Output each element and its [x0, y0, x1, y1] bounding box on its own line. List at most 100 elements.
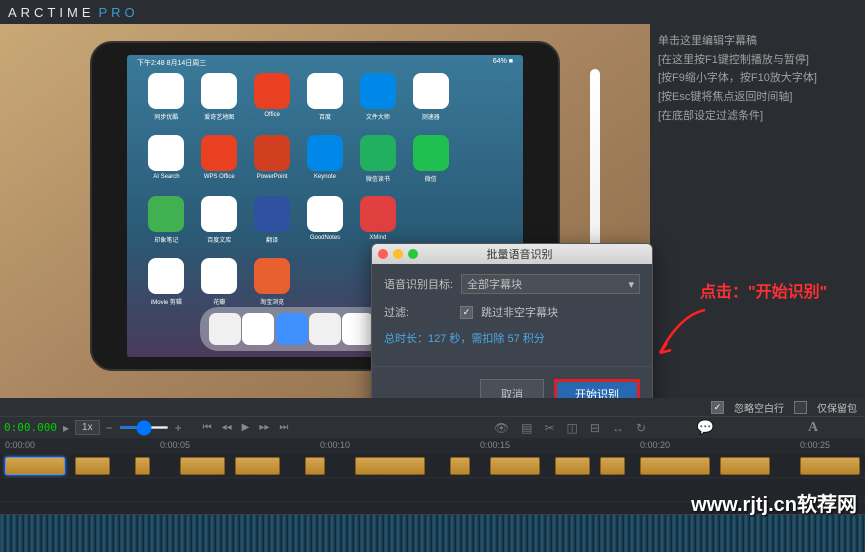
apple-pencil [590, 69, 600, 259]
keep-package-label: 仅保留包 [817, 400, 857, 415]
audio-waveform-track[interactable] [0, 514, 865, 552]
skip-empty-checkbox[interactable]: ✓ [460, 306, 473, 319]
ipad-app: 文件大师 [353, 73, 402, 129]
subtitle-clip[interactable] [355, 457, 425, 475]
ruler-mark: 0:00:20 [640, 440, 670, 450]
ignore-blank-checkbox[interactable]: ✓ [711, 401, 724, 414]
zoom-slider[interactable] [119, 426, 169, 429]
ruler-mark: 0:00:00 [5, 440, 35, 450]
tool-icon[interactable]: ◫ [567, 421, 578, 435]
subtitle-clip[interactable] [600, 457, 625, 475]
ipad-app: 百度 [301, 73, 350, 129]
ruler-mark: 0:00:05 [160, 440, 190, 450]
ipad-app: 同步优酷 [142, 73, 191, 129]
ruler-mark: 0:00:10 [320, 440, 350, 450]
skip-empty-label: 跳过非空字幕块 [481, 304, 558, 320]
logo-text-a: ARCTIME [8, 5, 95, 20]
subtitle-clip[interactable] [135, 457, 150, 475]
timeline-ruler[interactable]: 0:00:00 0:00:05 0:00:10 0:00:15 0:00:20 … [0, 438, 865, 454]
timeline-toolbar: 0:00.000 ▸ 1x − + ⏮ ◂◂ ▶ ▸▸ ⏭ 👁 ▤ ✂ ◫ ⊟ … [0, 416, 650, 438]
ipad-app: 印象笔记 [142, 196, 191, 252]
eye-icon[interactable]: 👁 [494, 421, 509, 435]
ipad-app: Office [248, 73, 297, 129]
ipad-app: AI Search [142, 135, 191, 191]
subtitle-clip[interactable] [5, 457, 65, 475]
step-fwd-icon[interactable]: ▸▸ [259, 422, 269, 433]
hint-line: [按Esc键将焦点返回时间轴] [658, 88, 857, 107]
ipad-app [459, 135, 508, 191]
cut-icon[interactable]: ⊟ [590, 421, 600, 435]
dock-app [276, 313, 308, 345]
comment-tab-icon[interactable]: 💬 [697, 419, 714, 436]
batch-speech-dialog: 批量语音识别 语音识别目标: 全部字幕块 ▾ 过滤: ✓ 跳过非空字幕块 总时长… [371, 243, 653, 422]
close-icon[interactable] [378, 249, 388, 259]
select-value: 全部字幕块 [467, 276, 522, 292]
subtitle-clip[interactable] [180, 457, 225, 475]
ipad-app: 翻译 [248, 196, 297, 252]
annotation-arrow-icon [655, 305, 710, 360]
subtitle-clip[interactable] [555, 457, 590, 475]
filter-icon[interactable]: ▤ [521, 421, 532, 435]
ipad-app: 花瓣 [195, 258, 244, 314]
hint-line: 单击这里编辑字幕稿 [658, 32, 857, 51]
font-tab-icon[interactable]: A [808, 420, 818, 436]
hint-line: [按F9缩小字体，按F10放大字体] [658, 69, 857, 88]
skip-back-icon[interactable]: ⏮ [203, 422, 212, 433]
zoom-out-icon[interactable]: − [106, 421, 113, 435]
ipad-app: 微信 [406, 135, 455, 191]
subtitle-clip[interactable] [720, 457, 770, 475]
refresh-icon[interactable]: ↻ [636, 421, 646, 435]
annotation-text: 点击："开始识别" [700, 278, 827, 302]
target-label: 语音识别目标: [384, 276, 453, 292]
ipad-app: 微信读书 [353, 135, 402, 191]
ipad-status-right: 64% ■ [493, 58, 513, 65]
subtitle-clip[interactable] [235, 457, 280, 475]
dialog-titlebar[interactable]: 批量语音识别 [372, 244, 652, 264]
crop-icon[interactable]: ✂ [544, 421, 554, 435]
dock-app [309, 313, 341, 345]
subtitle-clip[interactable] [75, 457, 110, 475]
chevron-down-icon: ▾ [628, 278, 634, 291]
ipad-app: PowerPoint [248, 135, 297, 191]
ipad-app: iMovie 剪辑 [142, 258, 191, 314]
dock-app [209, 313, 241, 345]
ipad-app: 淘宝浏览 [248, 258, 297, 314]
subtitle-clip[interactable] [800, 457, 860, 475]
skip-fwd-icon[interactable]: ⏭ [279, 422, 288, 433]
ipad-status-left: 下午2:48 8月14日周三 [137, 58, 206, 68]
dock-app [342, 313, 374, 345]
link-icon[interactable]: ↔ [612, 421, 624, 435]
subtitle-clip[interactable] [490, 457, 540, 475]
ipad-app: 百度文库 [195, 196, 244, 252]
ignore-blank-label: 忽略空白行 [734, 400, 784, 415]
bottom-options-bar: ✓ 忽略空白行 仅保留包 [0, 398, 865, 416]
dock-app [242, 313, 274, 345]
timecode-display: 0:00.000 [4, 421, 57, 434]
zoom-in-icon[interactable]: + [175, 421, 182, 435]
ipad-app: WPS Office [195, 135, 244, 191]
subtitle-clip[interactable] [305, 457, 325, 475]
ipad-app: Keynote [301, 135, 350, 191]
duration-info: 总时长：127 秒，需扣除 57 积分 [384, 330, 545, 346]
target-select[interactable]: 全部字幕块 ▾ [461, 274, 640, 294]
ipad-app: 爱奇艺地图 [195, 73, 244, 129]
subtitle-clip[interactable] [640, 457, 710, 475]
keep-package-checkbox[interactable] [794, 401, 807, 414]
logo-text-b: PRO [99, 5, 139, 20]
zoom-select[interactable]: 1x [75, 420, 100, 435]
title-bar: ARCTIME PRO [0, 0, 865, 24]
side-tabs: 💬 A [650, 416, 865, 438]
watermark: www.rjtj.cn软荐网 [691, 488, 857, 517]
ipad-app [459, 73, 508, 129]
subtitle-track[interactable] [0, 454, 865, 478]
subtitle-clip[interactable] [450, 457, 470, 475]
play-icon[interactable]: ▸ [63, 421, 69, 435]
dialog-title: 批量语音识别 [393, 246, 646, 262]
play-button-icon[interactable]: ▶ [242, 422, 250, 433]
ipad-app: 测速器 [406, 73, 455, 129]
ruler-mark: 0:00:25 [800, 440, 830, 450]
filter-label: 过滤: [384, 304, 452, 320]
hint-line: [在底部设定过滤条件] [658, 107, 857, 126]
ruler-mark: 0:00:15 [480, 440, 510, 450]
step-back-icon[interactable]: ◂◂ [222, 422, 232, 433]
